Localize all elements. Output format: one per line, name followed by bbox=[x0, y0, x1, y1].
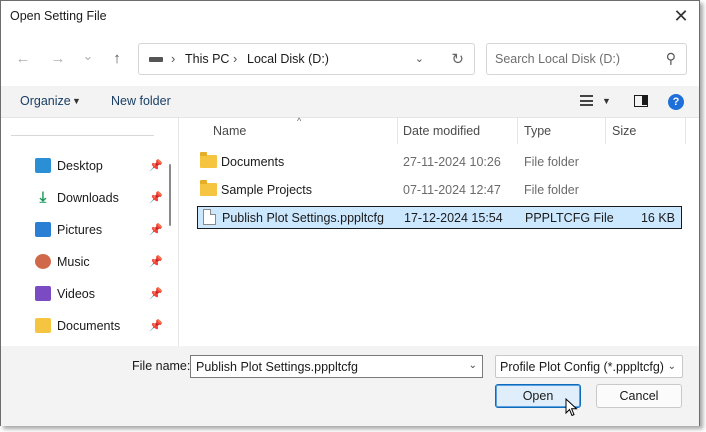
sidebar-item-downloads[interactable]: ⤓ Downloads 📌 bbox=[34, 186, 164, 210]
file-list-pane: ^ Name Date modified Type Size Documents… bbox=[180, 116, 699, 346]
file-name-field[interactable]: Publish Plot Settings.pppltcfg ⌄ bbox=[190, 355, 483, 378]
nav-scrollbar[interactable] bbox=[169, 164, 171, 226]
pin-icon[interactable]: 📌 bbox=[149, 191, 163, 204]
file-name: Documents bbox=[221, 155, 285, 169]
chevron-down-icon[interactable]: ⌄ bbox=[668, 361, 676, 372]
view-list-icon[interactable] bbox=[580, 95, 593, 106]
music-icon bbox=[35, 254, 51, 269]
column-header-type[interactable]: Type bbox=[524, 124, 551, 138]
cancel-button[interactable]: Cancel bbox=[596, 384, 682, 408]
column-header-size[interactable]: Size bbox=[612, 124, 636, 138]
column-header-name[interactable]: Name bbox=[213, 124, 246, 138]
recent-locations-chevron-icon[interactable]: ⌄ bbox=[78, 46, 98, 66]
file-row-publish-plot-settings[interactable]: Publish Plot Settings.pppltcfg 17-12-202… bbox=[197, 206, 682, 229]
file-date-modified: 27-11-2024 10:26 bbox=[403, 155, 501, 169]
search-icon: ⚲ bbox=[665, 50, 676, 66]
column-separator[interactable] bbox=[685, 118, 686, 144]
file-size: 16 KB bbox=[640, 211, 675, 225]
folder-icon bbox=[200, 180, 217, 196]
pictures-icon bbox=[35, 222, 51, 237]
file-name-value[interactable]: Publish Plot Settings.pppltcfg bbox=[196, 360, 358, 374]
file-icon bbox=[203, 209, 216, 225]
pin-icon[interactable]: 📌 bbox=[149, 319, 163, 332]
back-arrow-icon[interactable]: ← bbox=[13, 49, 33, 69]
sidebar-item-pictures[interactable]: Pictures 📌 bbox=[34, 218, 164, 242]
videos-icon bbox=[35, 286, 51, 301]
file-name: Publish Plot Settings.pppltcfg bbox=[222, 211, 384, 225]
address-history-chevron-icon[interactable]: ⌄ bbox=[415, 52, 424, 65]
pin-icon[interactable]: 📌 bbox=[149, 159, 163, 172]
sidebar-item-label: Desktop bbox=[57, 159, 103, 173]
sidebar-item-videos[interactable]: Videos 📌 bbox=[34, 282, 164, 306]
title-bar: Open Setting File ✕ bbox=[1, 1, 699, 32]
new-folder-button[interactable]: New folder bbox=[111, 94, 171, 108]
sidebar-item-music[interactable]: Music 📌 bbox=[34, 250, 164, 274]
nav-divider bbox=[11, 135, 154, 136]
sidebar-item-label: Pictures bbox=[57, 223, 103, 237]
up-arrow-icon[interactable]: ↑ bbox=[107, 49, 127, 69]
sidebar-item-desktop[interactable]: Desktop 📌 bbox=[34, 154, 164, 178]
sidebar-item-label: Documents bbox=[57, 319, 121, 333]
file-date-modified: 17-12-2024 15:54 bbox=[404, 211, 503, 225]
dialog-footer: File name: Publish Plot Settings.pppltcf… bbox=[1, 346, 699, 426]
forward-arrow-icon[interactable]: → bbox=[48, 49, 68, 69]
organize-caret-icon[interactable]: ▼ bbox=[72, 96, 81, 106]
sidebar-item-label: Videos bbox=[57, 287, 95, 301]
desktop-icon bbox=[35, 158, 51, 173]
file-row-documents[interactable]: Documents 27-11-2024 10:26 File folder bbox=[197, 151, 682, 173]
file-type: PPPLTCFG File bbox=[525, 211, 614, 225]
content-area: Desktop 📌 ⤓ Downloads 📌 Pictures 📌 Music… bbox=[1, 116, 699, 346]
download-icon: ⤓ bbox=[39, 189, 47, 206]
breadcrumb-separator: › bbox=[171, 51, 176, 66]
folder-icon bbox=[35, 318, 51, 333]
refresh-icon[interactable]: ↻ bbox=[451, 50, 464, 68]
column-separator[interactable] bbox=[605, 118, 606, 144]
search-input[interactable]: Search Local Disk (D:) bbox=[495, 52, 620, 66]
help-icon[interactable]: ? bbox=[668, 94, 684, 110]
column-separator[interactable] bbox=[397, 118, 398, 144]
navigation-pane: Desktop 📌 ⤓ Downloads 📌 Pictures 📌 Music… bbox=[1, 118, 179, 346]
column-header-date-modified[interactable]: Date modified bbox=[403, 124, 480, 138]
file-name-label: File name: bbox=[132, 359, 191, 373]
file-name: Sample Projects bbox=[221, 183, 313, 197]
pin-icon[interactable]: 📌 bbox=[149, 287, 163, 300]
drive-icon bbox=[149, 57, 163, 62]
column-separator[interactable] bbox=[517, 118, 518, 144]
file-row-sample-projects[interactable]: Sample Projects 07-11-2024 12:47 File fo… bbox=[197, 179, 682, 201]
window-title: Open Setting File bbox=[10, 9, 107, 23]
mouse-cursor-icon bbox=[565, 398, 578, 417]
address-bar[interactable]: › This PC › Local Disk (D:) ⌄ ↻ bbox=[138, 43, 475, 75]
folder-icon bbox=[200, 152, 217, 168]
open-file-dialog: Open Setting File ✕ ← → ⌄ ↑ › This PC › … bbox=[0, 0, 700, 426]
sidebar-item-label: Downloads bbox=[57, 191, 119, 205]
file-type: File folder bbox=[524, 183, 579, 197]
file-type-value[interactable]: Profile Plot Config (*.pppltcfg) bbox=[500, 360, 664, 374]
breadcrumb-this-pc[interactable]: This PC bbox=[185, 52, 229, 66]
file-type: File folder bbox=[524, 155, 579, 169]
file-date-modified: 07-11-2024 12:47 bbox=[403, 183, 501, 197]
chevron-down-icon[interactable]: ⌄ bbox=[469, 360, 477, 371]
organize-button[interactable]: Organize bbox=[20, 94, 71, 108]
search-box[interactable]: Search Local Disk (D:) ⚲ bbox=[486, 43, 687, 75]
breadcrumb-separator: › bbox=[233, 51, 238, 66]
close-icon[interactable]: ✕ bbox=[671, 6, 691, 26]
breadcrumb-local-disk[interactable]: Local Disk (D:) bbox=[247, 52, 329, 66]
preview-pane-icon[interactable] bbox=[634, 95, 648, 107]
pin-icon[interactable]: 📌 bbox=[149, 223, 163, 236]
navigation-bar: ← → ⌄ ↑ › This PC › Local Disk (D:) ⌄ ↻ … bbox=[1, 32, 699, 86]
sort-ascending-icon: ^ bbox=[297, 116, 302, 126]
command-toolbar: Organize ▼ New folder ▼ ? bbox=[1, 86, 699, 117]
file-type-select[interactable]: Profile Plot Config (*.pppltcfg) ⌄ bbox=[495, 355, 683, 378]
pin-icon[interactable]: 📌 bbox=[149, 255, 163, 268]
sidebar-item-documents[interactable]: Documents 📌 bbox=[34, 314, 164, 338]
view-options-caret-icon[interactable]: ▼ bbox=[602, 96, 611, 106]
sidebar-item-label: Music bbox=[57, 255, 90, 269]
